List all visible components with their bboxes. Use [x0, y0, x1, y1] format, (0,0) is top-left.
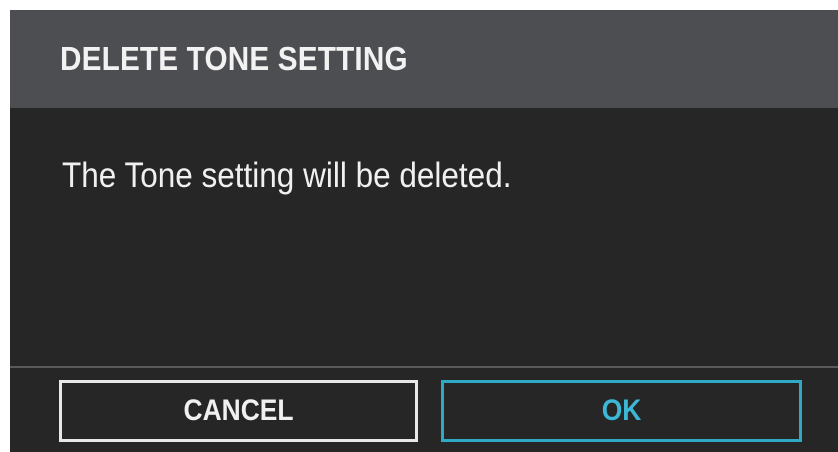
ok-button[interactable]: OK: [441, 380, 802, 442]
cancel-button-label: CANCEL: [183, 394, 294, 427]
dialog-body: The Tone setting will be deleted.: [10, 108, 838, 366]
ok-button-label: OK: [601, 394, 642, 427]
dialog-message: The Tone setting will be deleted.: [62, 156, 512, 195]
dialog-footer: CANCEL OK: [10, 368, 838, 452]
delete-tone-setting-dialog: DELETE TONE SETTING The Tone setting wil…: [10, 10, 838, 452]
dialog-header: DELETE TONE SETTING: [10, 10, 838, 108]
dialog-title: DELETE TONE SETTING: [60, 40, 408, 77]
cancel-button[interactable]: CANCEL: [59, 380, 418, 442]
